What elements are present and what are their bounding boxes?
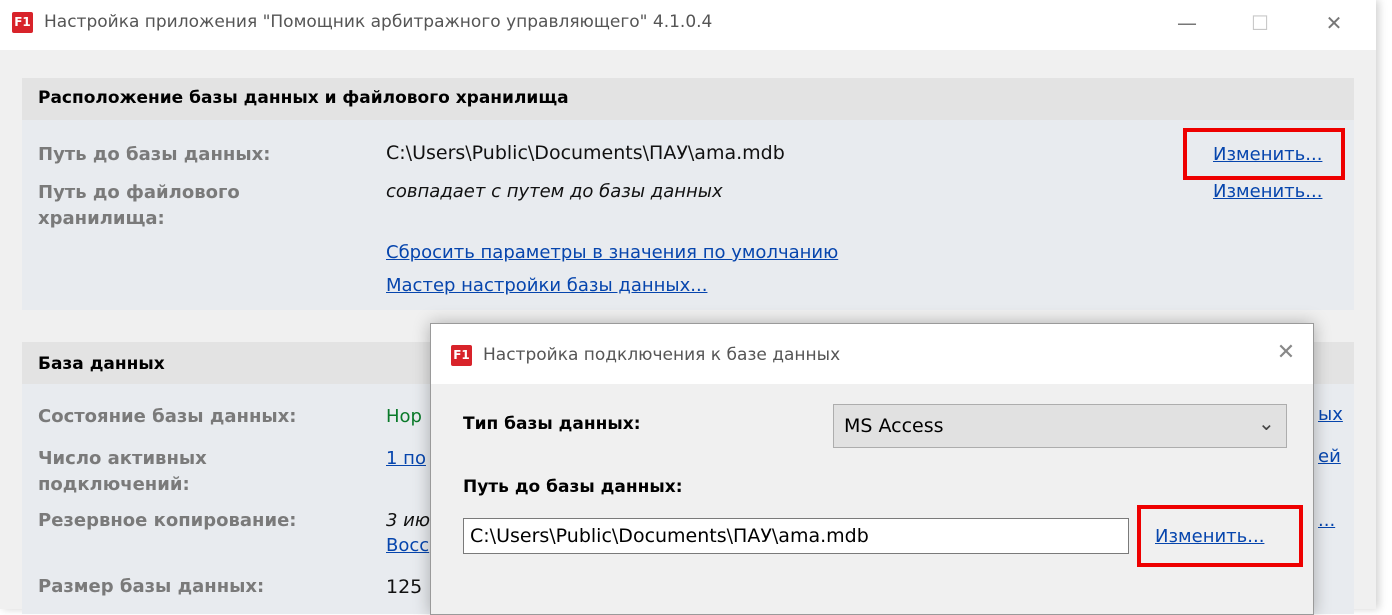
db-path-value: C:\Users\Public\Documents\ПАУ\ama.mdb — [386, 142, 785, 164]
maximize-button[interactable]: ☐ — [1237, 6, 1283, 40]
active-connections-label-line1: Число активных — [38, 448, 207, 469]
reset-defaults-link[interactable]: Сбросить параметры в значения по умолчан… — [386, 242, 838, 263]
app-logo-icon: F1 — [12, 12, 33, 33]
db-size-label: Размер базы данных: — [38, 576, 265, 597]
right-link-1[interactable]: ых — [1318, 404, 1343, 425]
db-path-input[interactable] — [463, 518, 1129, 554]
db-wizard-link[interactable]: Мастер настройки базы данных... — [386, 275, 707, 296]
db-type-label: Тип базы данных: — [463, 414, 641, 434]
storage-path-label-line1: Путь до файлового — [38, 182, 240, 203]
active-connections-label-line2: подключений: — [38, 474, 190, 495]
db-type-value: MS Access — [844, 415, 944, 437]
db-state-value: Нор — [386, 406, 422, 427]
window-title: Настройка приложения "Помощник арбитражн… — [44, 12, 713, 32]
dialog-app-logo-icon: F1 — [451, 345, 472, 366]
db-path-label: Путь до базы данных: — [38, 144, 271, 165]
title-bar: F1 Настройка приложения "Помощник арбитр… — [0, 0, 1376, 50]
restore-link[interactable]: Восс — [386, 535, 429, 556]
minimize-button[interactable]: — — [1164, 6, 1210, 40]
backup-value: 3 ию — [386, 510, 431, 531]
dialog-db-path-label: Путь до базы данных: — [463, 477, 683, 497]
active-connections-link[interactable]: 1 по — [386, 448, 426, 469]
db-state-label: Состояние базы данных: — [38, 406, 297, 427]
db-connection-dialog: F1 Настройка подключения к базе данных ✕… — [430, 323, 1314, 615]
db-type-select[interactable]: MS Access ⌄ — [833, 404, 1287, 448]
dialog-change-link[interactable]: Изменить... — [1155, 526, 1264, 547]
storage-path-label-line2: хранилища: — [38, 208, 165, 229]
chevron-down-icon: ⌄ — [1258, 411, 1275, 435]
db-path-change-link[interactable]: Изменить... — [1213, 144, 1322, 165]
storage-path-change-link[interactable]: Изменить... — [1213, 181, 1322, 202]
dialog-close-button[interactable]: ✕ — [1263, 336, 1309, 370]
dialog-title: Настройка подключения к базе данных — [483, 345, 841, 365]
location-section-header: Расположение базы данных и файлового хра… — [22, 78, 1354, 120]
database-section-title: База данных — [38, 354, 165, 374]
dialog-title-bar: F1 Настройка подключения к базе данных ✕ — [431, 324, 1313, 384]
db-size-value: 125 — [386, 576, 423, 598]
close-button[interactable]: ✕ — [1311, 6, 1357, 40]
backup-label: Резервное копирование: — [38, 510, 297, 531]
right-link-3[interactable]: ... — [1318, 510, 1335, 531]
right-link-2[interactable]: ей — [1318, 446, 1341, 467]
storage-path-value: совпадает с путем до базы данных — [386, 181, 723, 202]
location-section-title: Расположение базы данных и файлового хра… — [38, 88, 569, 108]
